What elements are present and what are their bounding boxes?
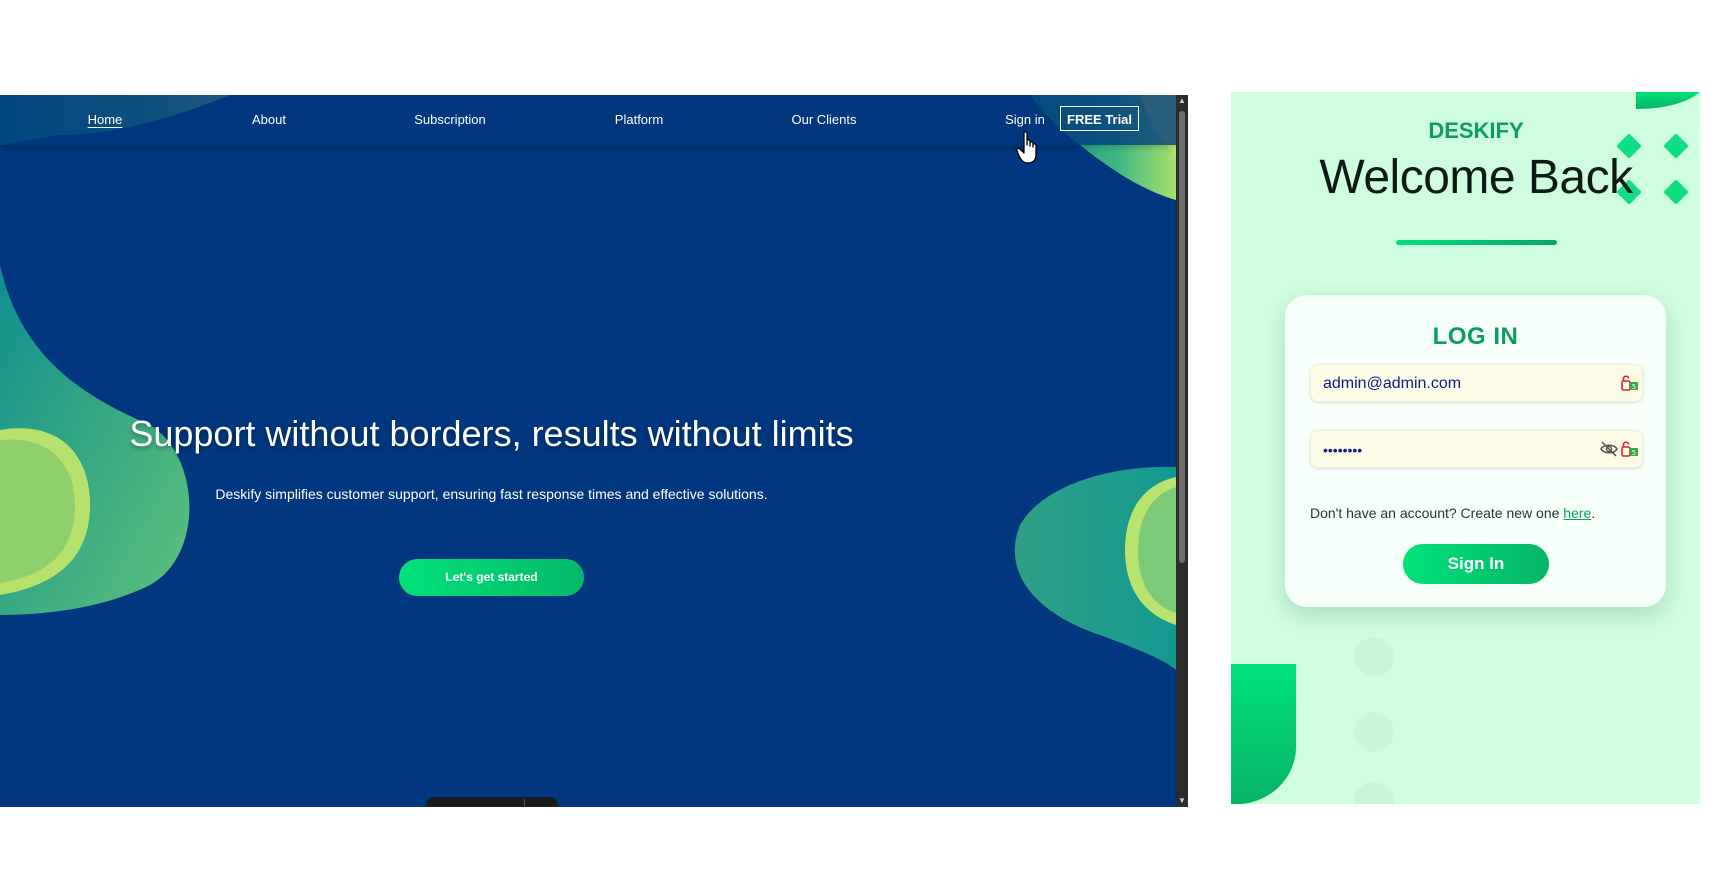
nav-clients-link[interactable]: Our Clients bbox=[791, 112, 856, 127]
eye-off-icon[interactable] bbox=[1600, 441, 1618, 457]
sign-in-button[interactable]: Sign In bbox=[1403, 544, 1549, 584]
hand-cursor-icon bbox=[1016, 131, 1037, 164]
get-started-button[interactable]: Let's get started bbox=[399, 559, 584, 596]
nav-platform-link[interactable]: Platform bbox=[615, 112, 663, 127]
nav-home-link[interactable]: Home bbox=[88, 112, 123, 127]
email-value[interactable]: admin@admin.com bbox=[1323, 375, 1461, 393]
signup-suffix: . bbox=[1591, 505, 1596, 521]
toolbar-divider bbox=[524, 799, 525, 807]
signup-prompt-text: Don't have an account? Create new one bbox=[1310, 505, 1564, 521]
hero-subtitle: Deskify simplifies customer support, ens… bbox=[215, 486, 768, 502]
nav-about-link[interactable]: About bbox=[252, 112, 286, 127]
welcome-heading: Welcome Back bbox=[1319, 151, 1633, 204]
landing-page: Home About Subscription Platform Our Cli… bbox=[0, 95, 1188, 807]
brand-name: DESKIFY bbox=[1428, 118, 1524, 143]
password-value[interactable]: •••••••• bbox=[1323, 442, 1362, 458]
hero-title: Support without borders, results without… bbox=[129, 413, 854, 454]
nav-signin-link[interactable]: Sign in bbox=[1005, 112, 1045, 127]
page-scrollbar[interactable]: ▲ ▼ bbox=[1176, 95, 1188, 807]
login-card: LOG IN admin@admin.com 5 •••••••• 5 Don'… bbox=[1285, 295, 1666, 607]
floating-toolbar[interactable] bbox=[426, 797, 558, 807]
signup-link[interactable]: here bbox=[1563, 505, 1591, 521]
signup-prompt: Don't have an account? Create new one he… bbox=[1310, 505, 1595, 521]
password-field[interactable]: •••••••• 5 bbox=[1310, 430, 1643, 468]
scroll-up-icon[interactable]: ▲ bbox=[1176, 96, 1188, 106]
svg-text:5: 5 bbox=[1632, 383, 1636, 391]
free-trial-button[interactable]: FREE Trial bbox=[1060, 106, 1140, 131]
top-navbar: Home About Subscription Platform Our Cli… bbox=[0, 95, 1176, 145]
nav-subscription-link[interactable]: Subscription bbox=[414, 112, 486, 127]
heading-underline bbox=[1396, 240, 1557, 245]
email-field[interactable]: admin@admin.com 5 bbox=[1310, 364, 1643, 402]
login-title: LOG IN bbox=[1432, 323, 1519, 350]
login-panel: DESKIFY Welcome Back LOG IN admin@admin.… bbox=[1231, 92, 1700, 804]
password-manager-icon[interactable]: 5 bbox=[1620, 440, 1640, 458]
svg-text:5: 5 bbox=[1632, 449, 1636, 457]
scroll-thumb[interactable] bbox=[1179, 111, 1185, 563]
password-manager-icon[interactable]: 5 bbox=[1620, 374, 1640, 392]
scroll-down-icon[interactable]: ▼ bbox=[1176, 796, 1188, 806]
